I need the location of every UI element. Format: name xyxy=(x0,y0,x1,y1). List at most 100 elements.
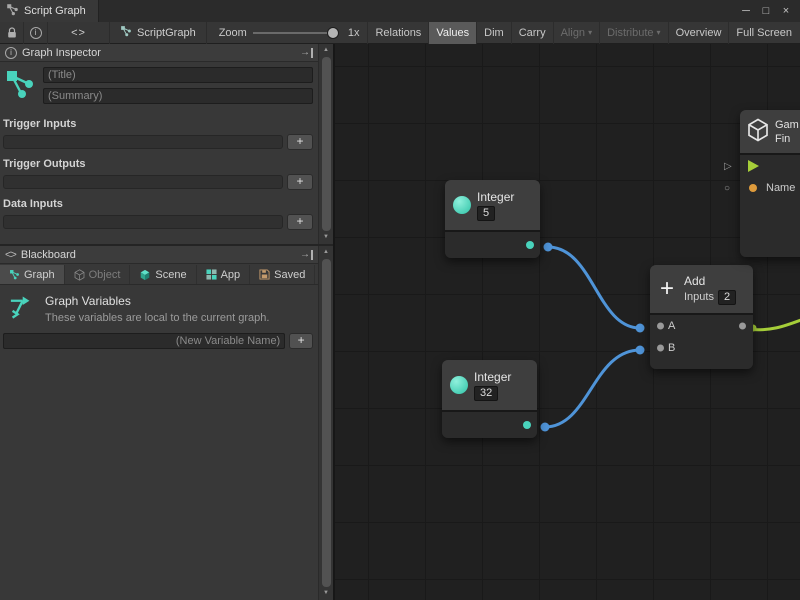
integer-value-field[interactable]: 5 xyxy=(477,206,495,221)
flow-arrow-icon[interactable] xyxy=(748,160,759,172)
wire-integer5-to-a xyxy=(548,247,640,328)
tab-app[interactable]: App xyxy=(197,265,251,284)
port-row-a: A xyxy=(650,315,753,337)
dock-arrow-icon[interactable]: → xyxy=(300,250,313,260)
tab-saved[interactable]: Saved xyxy=(250,265,315,284)
blackboard-scrollbar[interactable]: ▲ ▼ xyxy=(318,246,333,600)
graph-breadcrumb[interactable]: ScriptGraph xyxy=(110,22,207,44)
scroll-up-icon[interactable]: ▲ xyxy=(323,46,329,55)
graph-toolbar: i <> ScriptGraph Zoom 1x Relations Value… xyxy=(0,22,800,44)
port-row-b: B xyxy=(650,337,753,359)
inputs-count-field[interactable]: 2 xyxy=(718,290,736,305)
trigger-inputs-section: Trigger Inputs + xyxy=(0,110,318,150)
output-port[interactable] xyxy=(523,421,531,429)
input-port-a[interactable] xyxy=(657,323,664,330)
graph-summary-input[interactable] xyxy=(43,88,313,104)
graph-tab-icon xyxy=(9,269,20,280)
overview-button[interactable]: Overview xyxy=(668,22,729,44)
breadcrumb-label: ScriptGraph xyxy=(137,27,196,39)
node-title-line1: Gam xyxy=(775,118,799,132)
dock-arrow-icon[interactable]: → xyxy=(300,48,313,58)
graph-inspector-title: Graph Inspector xyxy=(22,47,101,59)
trigger-outputs-section: Trigger Outputs + xyxy=(0,150,318,190)
integer-value-field[interactable]: 32 xyxy=(474,386,498,401)
zoom-slider[interactable] xyxy=(253,22,343,44)
blackboard-pane: <> Blackboard → Graph xyxy=(0,244,333,600)
node-title: Integer xyxy=(474,370,511,384)
flow-port-row: ▷ xyxy=(740,155,800,177)
wire-endpoint xyxy=(636,346,645,355)
chevron-down-icon: ▾ xyxy=(657,28,661,37)
wire-integer32-to-b xyxy=(545,350,640,427)
value-outlet-icon[interactable]: ○ xyxy=(724,183,730,194)
gameobject-cube-icon xyxy=(747,118,769,145)
cube-tab-icon xyxy=(74,269,85,281)
graph-icon xyxy=(120,25,132,40)
add-data-input-button[interactable]: + xyxy=(287,214,313,230)
zoom-slider-knob[interactable] xyxy=(327,27,339,39)
tab-title: Script Graph xyxy=(24,5,86,17)
distribute-button: Distribute▾ xyxy=(599,22,667,44)
tab-scene[interactable]: Scene xyxy=(130,265,196,284)
lock-button[interactable] xyxy=(0,22,24,44)
graph-variables-section: Graph Variables These variables are loca… xyxy=(0,285,318,330)
node-add[interactable]: + Add Inputs 2 A B xyxy=(650,265,753,369)
edit-source-button[interactable]: <> xyxy=(48,22,110,44)
chevron-down-icon: ▾ xyxy=(588,28,592,37)
relations-button[interactable]: Relations xyxy=(367,22,428,44)
carry-button[interactable]: Carry xyxy=(511,22,553,44)
graph-title-input[interactable] xyxy=(43,67,313,83)
wire-endpoint xyxy=(541,423,550,432)
full-screen-button[interactable]: Full Screen xyxy=(728,22,799,44)
app-tab-icon xyxy=(206,269,217,280)
port-label: A xyxy=(668,320,675,332)
output-port[interactable] xyxy=(739,323,746,330)
window-controls: ─ □ × xyxy=(736,0,800,22)
section-label: Trigger Inputs xyxy=(0,110,318,134)
add-trigger-output-button[interactable]: + xyxy=(287,174,313,190)
inspect-button[interactable]: i xyxy=(24,22,48,44)
add-variable-button[interactable]: + xyxy=(289,333,313,349)
zoom-slider-track xyxy=(253,32,339,34)
data-inputs-list xyxy=(3,215,283,229)
tab-graph[interactable]: Graph xyxy=(0,265,65,284)
tab-object[interactable]: Object xyxy=(65,265,131,284)
node-partial[interactable]: Gam Fin ▷ ○ Name xyxy=(740,110,800,257)
inspector-scrollbar[interactable]: ▲ ▼ xyxy=(318,44,333,244)
dim-button[interactable]: Dim xyxy=(476,22,511,44)
values-button[interactable]: Values xyxy=(428,22,476,44)
node-title-line2: Fin xyxy=(775,132,799,146)
wire-endpoint xyxy=(544,243,553,252)
input-port-b[interactable] xyxy=(657,345,664,352)
blackboard-header: <> Blackboard → xyxy=(0,246,318,264)
graph-canvas[interactable]: Integer 5 Integer 32 xyxy=(335,44,800,600)
output-port[interactable] xyxy=(526,241,534,249)
port-label: Name xyxy=(764,182,795,194)
node-integer-5[interactable]: Integer 5 xyxy=(445,180,540,258)
scrollbar-thumb[interactable] xyxy=(322,57,331,231)
info-icon: i xyxy=(5,47,17,59)
integer-type-icon xyxy=(453,196,471,214)
integer-type-icon xyxy=(450,376,468,394)
scroll-up-icon[interactable]: ▲ xyxy=(323,248,329,257)
new-variable-input[interactable] xyxy=(3,333,285,349)
zoom-label: Zoom xyxy=(207,27,253,39)
graph-variables-description: These variables are local to the current… xyxy=(45,312,269,324)
scroll-down-icon[interactable]: ▼ xyxy=(323,589,329,598)
graph-inspector-pane: i Graph Inspector → xyxy=(0,44,333,244)
maximize-button[interactable]: □ xyxy=(756,0,776,22)
blackboard-title: Blackboard xyxy=(21,249,76,261)
close-button[interactable]: × xyxy=(776,0,796,22)
string-port-icon[interactable] xyxy=(749,184,757,192)
lock-icon xyxy=(7,27,17,39)
name-port-row: ○ Name xyxy=(740,177,800,199)
flow-outlet-icon[interactable]: ▷ xyxy=(724,161,732,172)
scrollbar-thumb[interactable] xyxy=(322,259,331,587)
add-trigger-input-button[interactable]: + xyxy=(287,134,313,150)
tab-script-graph[interactable]: Script Graph xyxy=(0,0,99,22)
scene-tab-icon xyxy=(139,269,151,281)
scroll-down-icon[interactable]: ▼ xyxy=(323,233,329,242)
minimize-button[interactable]: ─ xyxy=(736,0,756,22)
trigger-outputs-list xyxy=(3,175,283,189)
node-integer-32[interactable]: Integer 32 xyxy=(442,360,537,438)
